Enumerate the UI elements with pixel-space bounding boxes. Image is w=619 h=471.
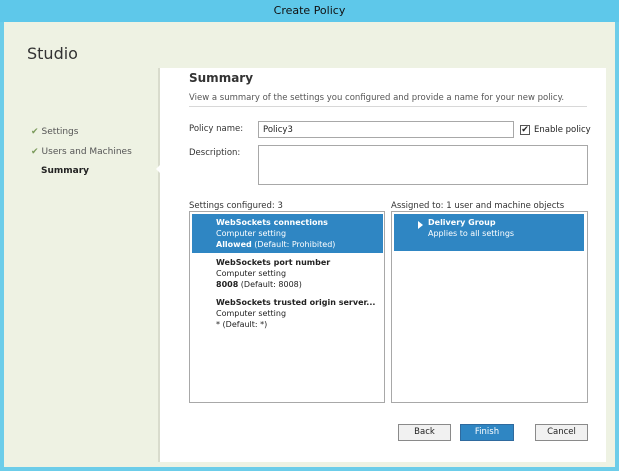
nav-step-label: Users and Machines — [41, 147, 132, 157]
assigned-list[interactable]: Delivery Group Applies to all settings — [391, 211, 588, 403]
window-title: Create Policy — [273, 4, 346, 17]
page-title: Summary — [189, 71, 254, 85]
description-label: Description: — [189, 148, 241, 158]
assigned-detail: Applies to all settings — [428, 229, 515, 238]
expand-arrow-icon[interactable] — [418, 221, 423, 229]
window-titlebar: Create Policy — [0, 0, 619, 22]
policy-name-input[interactable] — [258, 121, 514, 138]
setting-default: (Default: *) — [220, 320, 268, 329]
description-field[interactable] — [258, 145, 588, 185]
page-subtitle: View a summary of the settings you confi… — [189, 93, 565, 103]
checkmark-icon: ✔ — [521, 125, 529, 135]
policy-name-label: Policy name: — [189, 124, 244, 134]
checkmark-icon: ✔ — [31, 127, 39, 137]
setting-name: WebSockets trusted origin server... — [216, 298, 376, 307]
setting-type: Computer setting — [216, 229, 287, 238]
cancel-button[interactable]: Cancel — [535, 424, 588, 441]
list-item[interactable]: WebSockets connections Computer setting … — [192, 214, 383, 253]
active-step-pointer — [156, 163, 162, 175]
divider — [189, 106, 587, 107]
setting-default: (Default: 8008) — [238, 280, 302, 289]
studio-title: Studio — [27, 44, 78, 63]
settings-configured-header: Settings configured: 3 — [189, 201, 283, 211]
setting-value: Allowed — [216, 240, 252, 249]
assigned-name: Delivery Group — [428, 218, 496, 227]
list-item[interactable]: Delivery Group Applies to all settings — [394, 214, 584, 251]
back-button[interactable]: Back — [398, 424, 451, 441]
setting-value: 8008 — [216, 280, 239, 289]
checkmark-icon: ✔ — [31, 147, 39, 157]
setting-name: WebSockets connections — [216, 218, 328, 227]
nav-step-settings[interactable]: ✔ Settings — [31, 127, 78, 137]
setting-default: (Default: Prohibited) — [251, 240, 336, 249]
nav-step-summary[interactable]: Summary — [41, 166, 89, 176]
enable-policy-label: Enable policy — [534, 125, 591, 135]
settings-list[interactable]: WebSockets connections Computer setting … — [189, 211, 385, 403]
nav-step-users-and-machines[interactable]: ✔ Users and Machines — [31, 147, 132, 157]
list-item[interactable]: WebSockets port number Computer setting … — [192, 254, 383, 293]
setting-type: Computer setting — [216, 309, 287, 318]
setting-type: Computer setting — [216, 269, 287, 278]
wizard-sidebar — [4, 22, 160, 467]
enable-policy-checkbox[interactable]: ✔ — [520, 125, 530, 135]
finish-button[interactable]: Finish — [460, 424, 514, 441]
nav-step-label: Summary — [41, 166, 90, 176]
nav-step-label: Settings — [41, 127, 79, 137]
list-item[interactable]: WebSockets trusted origin server... Comp… — [192, 294, 383, 333]
assigned-to-header: Assigned to: 1 user and machine objects — [391, 201, 565, 211]
setting-name: WebSockets port number — [216, 258, 331, 267]
